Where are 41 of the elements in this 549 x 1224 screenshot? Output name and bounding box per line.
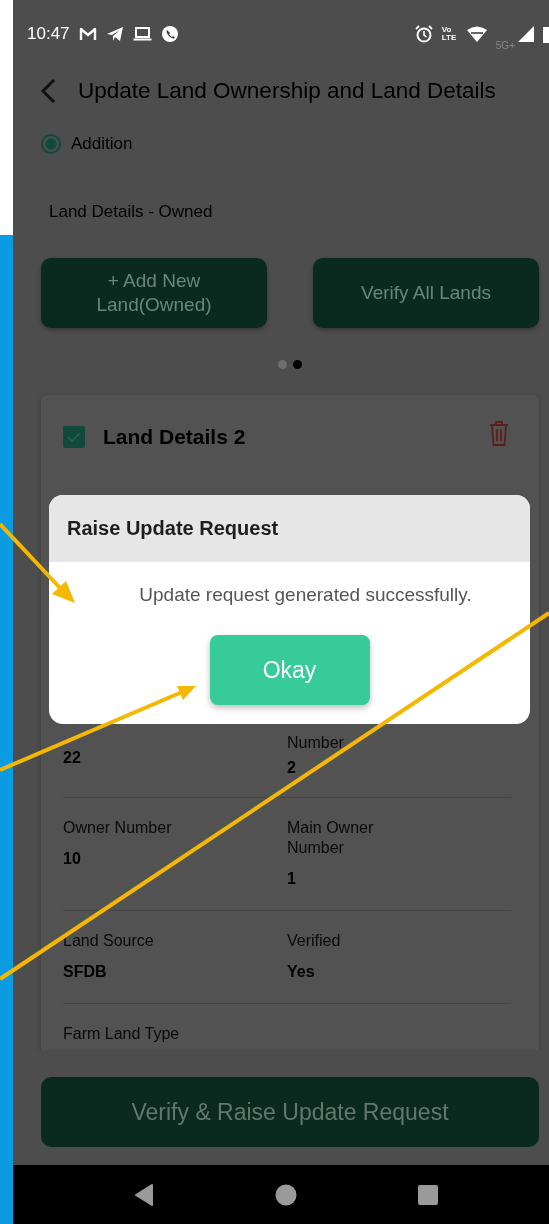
checkbox[interactable] [63,426,85,448]
signal-icon [518,26,534,42]
trash-icon[interactable] [487,419,511,447]
network-label: 5G+ [495,39,515,51]
field-value: 1 [287,870,296,888]
home-nav-icon [275,1183,297,1206]
field-value: 22 [63,749,81,767]
field-value: 10 [63,850,81,868]
radio-button[interactable] [41,134,61,154]
screen-title: Update Land Ownership and Land Details [78,78,496,104]
field-label: Verified [287,931,341,951]
field-value: Yes [287,963,315,981]
phone-bubble-icon [160,25,179,43]
volte-label: Vo LTE [441,26,458,42]
pager-dot[interactable] [278,360,287,369]
dialog-message: Update request generated successfully. [138,584,473,606]
wifi-icon [466,26,487,42]
field-label: Farm Land Type [63,1024,180,1044]
laptop-icon [132,26,152,42]
dialog-title: Raise Update Request [49,495,530,562]
back-icon [40,78,56,104]
send-icon [105,26,124,42]
recents-nav-icon [418,1184,439,1205]
card-title: Land Details 2 [103,425,247,449]
alarm-icon [414,25,433,43]
pager-dot[interactable] [293,360,302,369]
submit-button[interactable]: Verify & Raise Update Request [41,1077,539,1147]
battery-icon [543,25,549,43]
field-value: SFDB [63,963,107,981]
radio-label: Addition [71,134,133,154]
field-label: Main Owner Number [287,818,375,858]
field-label: Number [287,733,344,753]
action-button[interactable]: Verify All Lands [313,258,539,328]
field-value: 2 [287,759,296,777]
status-time: 10:47 [27,24,70,44]
action-button[interactable]: + Add New Land(Owned) [41,258,267,328]
okay-button[interactable]: Okay [209,635,370,705]
back-nav-icon [133,1183,154,1206]
section-title: Land Details - Owned [49,202,214,222]
mail-icon [78,26,97,42]
field-label: Owner Number [63,818,172,838]
